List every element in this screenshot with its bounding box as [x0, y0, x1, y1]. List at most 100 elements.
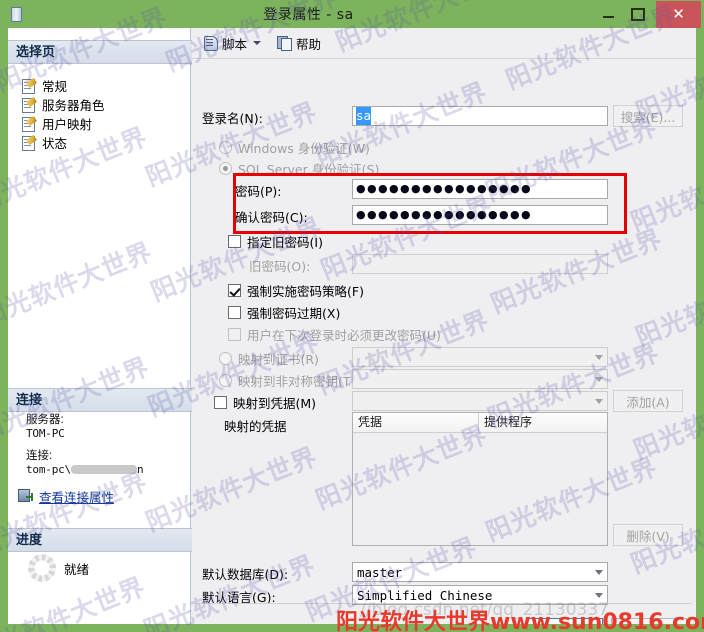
redacted-block: [70, 465, 137, 474]
column-header-credential: 凭据: [353, 413, 479, 432]
server-value: TOM-PC: [26, 427, 65, 440]
confirm-password-label: 确认密码(C):: [235, 210, 308, 225]
radio-icon: [219, 352, 232, 365]
sidebar-item-label: 状态: [42, 136, 68, 151]
mapped-credentials-header: 凭据 提供程序: [353, 413, 607, 433]
password-label: 密码(P):: [235, 184, 282, 199]
sidebar-item-label: 常规: [42, 79, 68, 94]
default-language-value: Simplified Chinese: [357, 587, 493, 603]
enforce-password-policy-label: 强制实施密码策略(F): [247, 284, 364, 299]
progress-header: 进度: [8, 528, 199, 552]
connection-label: 连接:: [26, 450, 53, 462]
application-icon: [8, 6, 24, 22]
sidebar-item-user-mapping[interactable]: 用户映射: [8, 114, 191, 133]
radio-icon: [219, 374, 232, 387]
script-icon: [203, 36, 218, 51]
progress-info: 就绪: [8, 554, 191, 582]
map-to-credential-label: 映射到凭据(M): [233, 396, 317, 411]
window-title: 登录属性 - sa: [263, 7, 354, 23]
connection-user-suffix: n: [136, 463, 144, 476]
old-password-label: 旧密码(O):: [249, 259, 311, 274]
mapped-credentials-label: 映射的凭据: [224, 419, 287, 434]
chevron-down-icon[interactable]: [253, 41, 262, 45]
login-name-value: sa: [356, 107, 372, 125]
windows-auth-label: Windows 身份验证(W): [238, 141, 370, 156]
password-value: ●●●●●●●●●●●●●●●●: [356, 182, 532, 195]
page-icon: [22, 115, 37, 132]
view-connection-properties-link[interactable]: 查看连接属性: [8, 487, 191, 506]
right-panel: 脚本 帮助 登录名(N): sa 搜索(E)... Windows 身份验证(W…: [192, 28, 696, 624]
sidebar-item-status[interactable]: 状态: [8, 133, 191, 152]
search-button[interactable]: 搜索(E)...: [613, 105, 683, 127]
page-icon: [22, 96, 37, 113]
ok-button[interactable]: 确定: [527, 618, 603, 624]
minimize-button[interactable]: [593, 3, 623, 25]
sql-auth-label: SQL Server 身份验证(S): [238, 162, 380, 177]
checkbox-icon: [228, 328, 241, 341]
close-button[interactable]: ✕: [656, 0, 701, 28]
checkbox-icon: [228, 284, 241, 297]
map-to-certificate-label: 映射到证书(R): [238, 352, 319, 367]
default-language-dropdown[interactable]: Simplified Chinese: [352, 585, 608, 605]
must-change-password-label: 用户在下次登录时必须更改密码(U): [247, 328, 441, 343]
map-to-credential-checkbox[interactable]: 映射到凭据(M): [214, 393, 316, 412]
cancel-button[interactable]: 取消: [611, 618, 687, 624]
checkbox-icon: [228, 306, 241, 319]
enforce-password-expiration-label: 强制密码过期(X): [247, 306, 341, 321]
sidebar-item-label: 用户映射: [42, 117, 93, 132]
password-input[interactable]: ●●●●●●●●●●●●●●●●: [352, 179, 608, 199]
enforce-password-expiration-checkbox[interactable]: 强制密码过期(X): [228, 303, 340, 322]
default-database-label: 默认数据库(D):: [202, 567, 289, 582]
left-panel: 选择页 常规 服务器角色 用户映射 状态 连接 服务器: TOM-PC 连接: …: [8, 28, 199, 624]
connection-value: tom-pc\ n: [8, 463, 191, 477]
add-button[interactable]: 添加(A): [613, 390, 683, 412]
map-to-certificate-dropdown[interactable]: [352, 347, 608, 367]
mapped-credentials-list[interactable]: 凭据 提供程序: [352, 412, 608, 546]
select-page-header: 选择页: [8, 40, 199, 64]
general-page-form: 登录名(N): sa 搜索(E)... Windows 身份验证(W) SQL …: [192, 59, 696, 605]
login-name-input[interactable]: sa: [352, 106, 608, 126]
script-button[interactable]: 脚本: [198, 32, 266, 54]
dialog-window: 登录属性 - sa ✕ 选择页 常规 服务器角色 用户映射 状态 连接 服务器:…: [0, 0, 704, 632]
connection-info: 服务器: TOM-PC 连接: tom-pc\ n 查看连接属性: [8, 413, 191, 506]
windows-auth-radio[interactable]: Windows 身份验证(W): [219, 138, 370, 157]
radio-icon: [219, 141, 232, 154]
checkbox-icon: [214, 396, 227, 409]
chevron-down-icon: [590, 348, 607, 366]
sidebar-item-server-roles[interactable]: 服务器角色: [8, 95, 191, 114]
old-password-input[interactable]: [352, 254, 608, 274]
confirm-password-value: ●●●●●●●●●●●●●●●●: [356, 208, 532, 221]
map-to-credential-dropdown[interactable]: [352, 391, 608, 411]
confirm-password-input[interactable]: ●●●●●●●●●●●●●●●●: [352, 205, 608, 225]
specify-old-password-label: 指定旧密码(I): [247, 235, 323, 250]
sql-auth-radio[interactable]: SQL Server 身份验证(S): [219, 159, 379, 178]
help-button[interactable]: 帮助: [272, 32, 326, 54]
default-database-dropdown[interactable]: master: [352, 562, 608, 582]
sidebar-item-label: 服务器角色: [42, 98, 105, 113]
checkbox-icon: [228, 235, 241, 248]
view-connection-properties-label: 查看连接属性: [39, 490, 115, 505]
column-header-provider: 提供程序: [484, 415, 533, 429]
enforce-password-policy-checkbox[interactable]: 强制实施密码策略(F): [228, 281, 364, 300]
chevron-down-icon: [590, 563, 607, 581]
select-page-list: 常规 服务器角色 用户映射 状态: [8, 76, 191, 152]
must-change-password-checkbox[interactable]: 用户在下次登录时必须更改密码(U): [228, 325, 441, 344]
delete-button[interactable]: 删除(V): [613, 524, 683, 546]
map-to-asymmetric-key-dropdown[interactable]: [352, 369, 608, 389]
map-to-asymmetric-key-radio[interactable]: 映射到非对称密钥(T): [219, 371, 355, 390]
chevron-down-icon: [590, 586, 607, 604]
chevron-down-icon: [590, 392, 607, 410]
toolbar: 脚本 帮助: [192, 28, 696, 59]
sidebar-item-general[interactable]: 常规: [8, 76, 191, 95]
connection-header: 连接: [8, 388, 199, 412]
progress-spinner-icon: [28, 554, 56, 582]
maximize-button[interactable]: [623, 3, 653, 25]
chevron-down-icon: [590, 370, 607, 388]
help-icon: [277, 36, 293, 51]
default-database-value: master: [357, 564, 403, 580]
progress-status: 就绪: [64, 561, 90, 577]
page-icon: [22, 134, 37, 151]
map-to-certificate-radio[interactable]: 映射到证书(R): [219, 349, 319, 368]
specify-old-password-checkbox[interactable]: 指定旧密码(I): [228, 232, 323, 251]
server-label: 服务器:: [26, 414, 64, 426]
